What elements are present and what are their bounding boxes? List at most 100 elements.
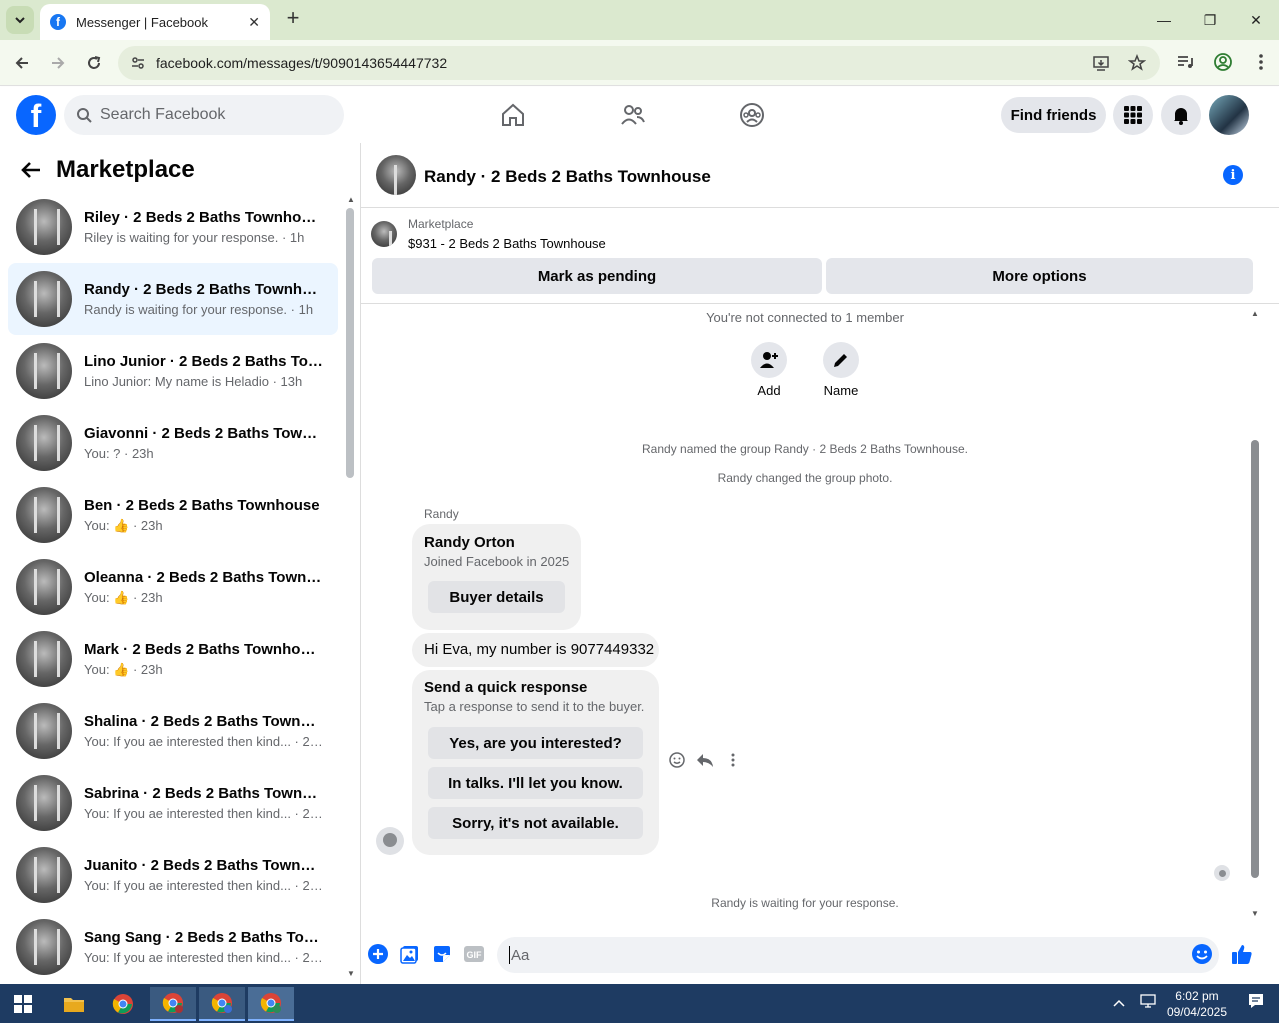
conversation-item[interactable]: Sang Sang · 2 Beds 2 Baths Townhouse You:… [8, 911, 338, 983]
svg-text:GIF: GIF [467, 950, 483, 960]
back-arrow-icon[interactable] [10, 51, 34, 75]
tab-close-icon[interactable]: ✕ [248, 14, 260, 31]
emoji-icon[interactable] [1191, 943, 1213, 965]
chrome-active-window-icon[interactable] [248, 987, 294, 1021]
sticker-icon[interactable] [431, 943, 453, 965]
back-arrow-icon[interactable] [16, 155, 46, 185]
group-photo-event: Randy changed the group photo. [717, 471, 893, 485]
info-icon[interactable]: i [1223, 165, 1243, 185]
close-window-icon[interactable]: ✕ [1233, 0, 1279, 40]
chat-panel: Randy · 2 Beds 2 Baths Townhouse i Marke… [361, 143, 1279, 984]
conversation-preview: You: 👍 · 23h [84, 661, 163, 677]
conversation-preview: Riley is waiting for your response. · 1h [84, 230, 305, 245]
chat-scrollbar[interactable] [1251, 440, 1259, 878]
conversation-item[interactable]: Giavonni · 2 Beds 2 Baths Townhouse You: … [8, 407, 338, 479]
mark-as-pending-button[interactable]: Mark as pending [372, 258, 822, 294]
thumbs-up-icon[interactable] [1231, 943, 1253, 965]
buyer-details-button[interactable]: Buyer details [428, 581, 565, 613]
scroll-down-arrow[interactable]: ▼ [1251, 909, 1259, 918]
file-explorer-icon[interactable] [51, 987, 97, 1021]
menu-grid-icon[interactable] [1113, 95, 1153, 135]
scroll-down-arrow[interactable]: ▼ [347, 969, 355, 978]
add-label: Add [757, 383, 781, 398]
sender-avatar[interactable] [376, 827, 404, 855]
media-controls-icon[interactable] [1175, 52, 1195, 72]
facebook-favicon-icon: f [50, 14, 66, 30]
facebook-logo[interactable]: f [16, 95, 56, 135]
conversation-preview: You: 👍 · 23h [84, 517, 163, 533]
not-connected-notice: You're not connected to 1 member [706, 310, 904, 325]
conversation-avatar [16, 559, 72, 615]
conversation-avatar [16, 775, 72, 831]
quick-response-in-talks[interactable]: In talks. I'll let you know. [428, 767, 643, 799]
restore-icon[interactable]: ❐ [1187, 0, 1233, 40]
text-caret [509, 946, 510, 964]
more-options-button[interactable]: More options [826, 258, 1253, 294]
windows-start-icon[interactable] [0, 987, 46, 1021]
friends-icon[interactable] [619, 101, 647, 129]
chrome-profile-icon[interactable] [150, 987, 196, 1021]
conversation-avatar [16, 271, 72, 327]
conversation-item[interactable]: Riley · 2 Beds 2 Baths Townhouse Riley is… [8, 191, 338, 263]
reply-icon[interactable] [696, 751, 714, 769]
install-app-icon[interactable] [1092, 54, 1110, 72]
new-tab-button[interactable]: + [282, 7, 304, 30]
conversation-item[interactable]: Mark · 2 Beds 2 Baths Townhouse You: 👍 · … [8, 623, 338, 695]
quick-response-not-available[interactable]: Sorry, it's not available. [428, 807, 643, 839]
reload-icon[interactable] [82, 51, 106, 75]
notifications-bell-icon[interactable] [1161, 95, 1201, 135]
quick-response-yes[interactable]: Yes, are you interested? [428, 727, 643, 759]
profile-icon[interactable] [1213, 52, 1233, 72]
omnibox[interactable]: facebook.com/messages/t/9090143654447732 [118, 46, 1160, 80]
tray-chevron-up-icon[interactable] [1113, 995, 1125, 1013]
react-emoji-icon[interactable] [668, 751, 686, 769]
home-icon[interactable] [499, 101, 527, 129]
chat-avatar[interactable] [376, 155, 416, 195]
conversation-preview: You: If you ae interested then kind... ·… [84, 878, 324, 893]
browser-tab[interactable]: f Messenger | Facebook ✕ [40, 4, 270, 40]
conversation-item[interactable]: Lino Junior · 2 Beds 2 Baths Townhouse Li… [8, 335, 338, 407]
bookmark-star-icon[interactable] [1128, 54, 1146, 72]
conversation-item[interactable]: Oleanna · 2 Beds 2 Baths Townhouse You: 👍… [8, 551, 338, 623]
conversation-name: Juanito · 2 Beds 2 Baths Townhouse [84, 857, 324, 874]
network-icon[interactable] [1139, 993, 1157, 1014]
minimize-icon[interactable]: — [1141, 0, 1187, 40]
notification-center-icon[interactable] [1247, 992, 1265, 1015]
windows-taskbar: 6:02 pm 09/04/2025 [0, 984, 1279, 1023]
scroll-up-arrow[interactable]: ▲ [1251, 309, 1259, 318]
forward-arrow-icon[interactable] [46, 51, 70, 75]
name-group-button[interactable] [823, 342, 859, 378]
conversation-name: Lino Junior · 2 Beds 2 Baths Townhouse [84, 353, 324, 370]
attach-photo-icon[interactable] [399, 943, 421, 965]
site-info-icon[interactable] [130, 55, 146, 71]
tab-title: Messenger | Facebook [76, 14, 208, 30]
search-input[interactable]: Search Facebook [64, 95, 344, 135]
more-actions-plus-icon[interactable] [367, 943, 389, 965]
chat-title[interactable]: Randy · 2 Beds 2 Baths Townhouse [424, 167, 711, 187]
chrome-profile-r-icon[interactable] [199, 987, 245, 1021]
listing-thumbnail[interactable] [371, 221, 397, 247]
conversation-name: Giavonni · 2 Beds 2 Baths Townhouse [84, 425, 324, 442]
sidebar-scrollbar[interactable] [346, 208, 354, 478]
conversation-item[interactable]: Juanito · 2 Beds 2 Baths Townhouse You: I… [8, 839, 338, 911]
account-avatar[interactable] [1209, 95, 1249, 135]
clock[interactable]: 6:02 pm 09/04/2025 [1167, 988, 1227, 1020]
add-member-button[interactable] [751, 342, 787, 378]
conversation-item[interactable]: Shalina · 2 Beds 2 Baths Townhouse You: I… [8, 695, 338, 767]
chrome-icon[interactable] [100, 987, 146, 1021]
group-named-event: Randy named the group Randy · 2 Beds 2 B… [642, 442, 968, 456]
conversation-item[interactable]: Randy · 2 Beds 2 Baths Townhouse Randy is… [8, 263, 338, 335]
conversation-item[interactable]: Sabrina · 2 Beds 2 Baths Townhouse You: I… [8, 767, 338, 839]
groups-icon[interactable] [738, 101, 766, 129]
more-icon[interactable] [724, 751, 742, 769]
message-bubble[interactable]: Hi Eva, my number is 9077449332 [412, 633, 659, 667]
conversation-avatar [16, 415, 72, 471]
conversation-item[interactable]: Ben · 2 Beds 2 Baths Townhouse You: 👍 · 2… [8, 479, 338, 551]
kebab-menu-icon[interactable] [1251, 52, 1271, 72]
tab-search-button[interactable] [6, 6, 34, 34]
find-friends-button[interactable]: Find friends [1001, 97, 1106, 133]
listing-title[interactable]: $931 - 2 Beds 2 Baths Townhouse [408, 236, 606, 251]
scroll-up-arrow[interactable]: ▲ [347, 195, 355, 204]
message-input[interactable]: Aa [497, 937, 1219, 973]
gif-icon[interactable]: GIF [463, 943, 485, 965]
